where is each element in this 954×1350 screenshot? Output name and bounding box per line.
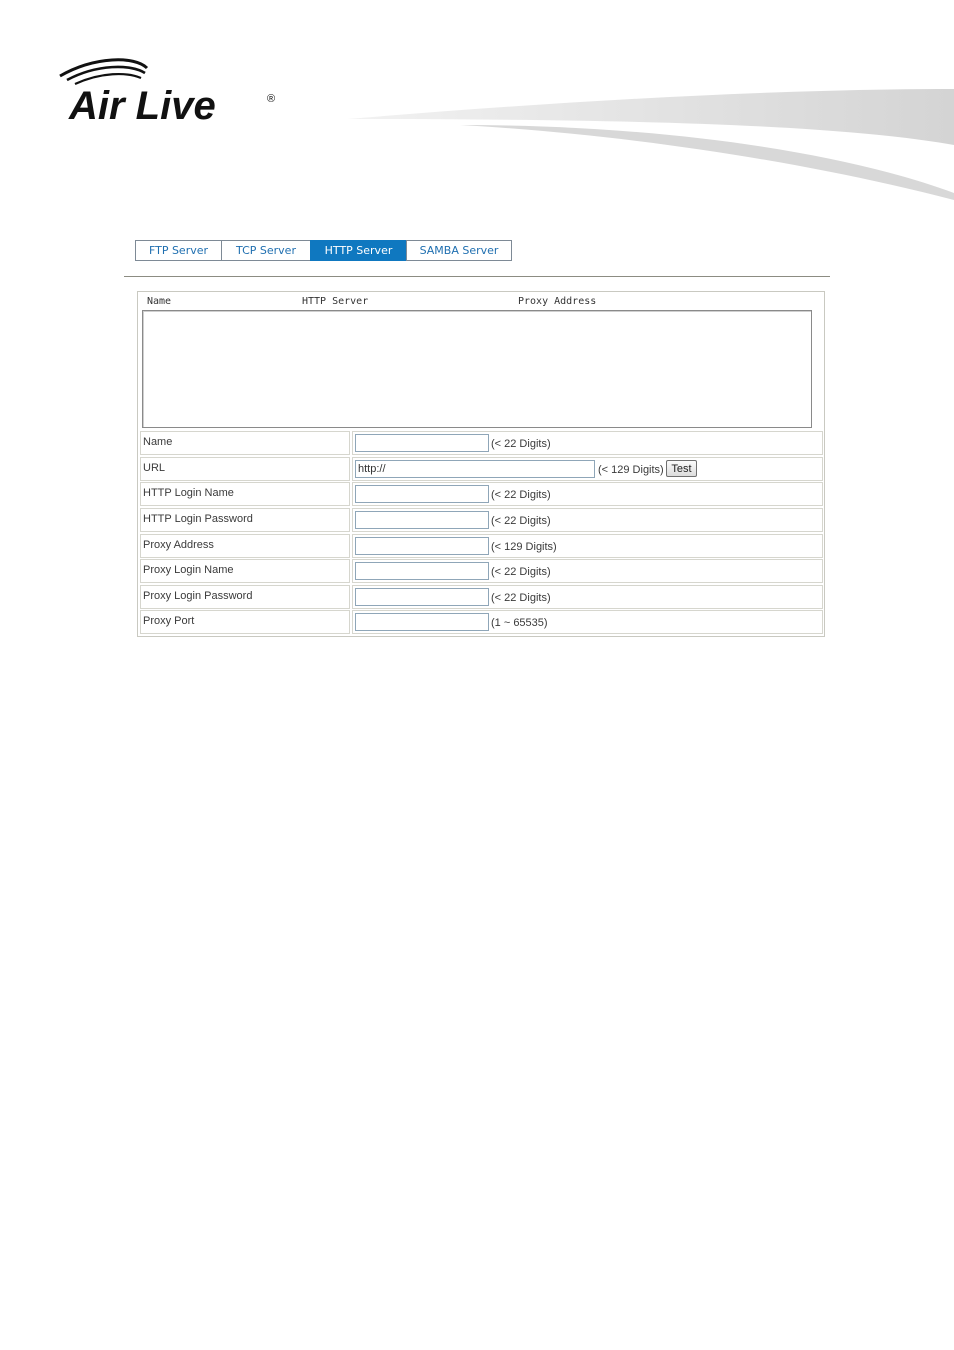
url-input[interactable]: [355, 460, 595, 478]
form-row-http-login-password: HTTP Login Password (< 22 Digits): [140, 508, 823, 532]
http-server-panel: Name HTTP Server Proxy Address Name (< 2…: [137, 291, 825, 637]
tab-http-server[interactable]: HTTP Server: [310, 240, 407, 261]
proxy-login-password-label: Proxy Login Password: [140, 585, 350, 609]
form-row-http-login-name: HTTP Login Name (< 22 Digits): [140, 482, 823, 506]
form-row-proxy-port: Proxy Port (1 ~ 65535): [140, 610, 823, 634]
proxy-login-name-value-cell: (< 22 Digits): [352, 559, 823, 583]
registered-mark: ®: [267, 93, 275, 105]
proxy-login-password-input[interactable]: [355, 588, 489, 606]
column-header-proxy-address: Proxy Address: [518, 296, 597, 307]
proxy-login-name-input[interactable]: [355, 562, 489, 580]
http-login-password-value-cell: (< 22 Digits): [352, 508, 823, 532]
airlive-logo: Air Live ®: [59, 58, 275, 128]
http-login-name-label: HTTP Login Name: [140, 482, 350, 506]
name-label: Name: [140, 431, 350, 455]
http-login-name-value-cell: (< 22 Digits): [352, 482, 823, 506]
column-header-http-server: HTTP Server: [302, 296, 369, 307]
form-row-url: URL (< 129 Digits) Test: [140, 457, 823, 481]
proxy-login-password-value-cell: (< 22 Digits): [352, 585, 823, 609]
tab-divider: [124, 276, 830, 277]
url-hint: (< 129 Digits): [598, 464, 664, 476]
server-listbox[interactable]: [142, 310, 812, 428]
url-value-cell: (< 129 Digits) Test: [352, 457, 823, 481]
proxy-port-value-cell: (1 ~ 65535): [352, 610, 823, 634]
proxy-address-input[interactable]: [355, 537, 489, 555]
tab-ftp-server[interactable]: FTP Server: [135, 240, 222, 261]
name-input[interactable]: [355, 434, 489, 452]
proxy-port-input[interactable]: [355, 613, 489, 631]
proxy-login-password-hint: (< 22 Digits): [491, 592, 551, 604]
proxy-login-name-hint: (< 22 Digits): [491, 566, 551, 578]
proxy-port-label: Proxy Port: [140, 610, 350, 634]
http-login-name-hint: (< 22 Digits): [491, 489, 551, 501]
http-login-name-input[interactable]: [355, 485, 489, 503]
header-swoosh-graphic: [348, 89, 954, 200]
proxy-login-name-label: Proxy Login Name: [140, 559, 350, 583]
server-list-header: Name HTTP Server Proxy Address: [147, 296, 817, 309]
proxy-address-value-cell: (< 129 Digits): [352, 534, 823, 558]
proxy-port-hint: (1 ~ 65535): [491, 617, 548, 629]
form-row-proxy-login-name: Proxy Login Name (< 22 Digits): [140, 559, 823, 583]
form-row-proxy-address: Proxy Address (< 129 Digits): [140, 534, 823, 558]
url-label: URL: [140, 457, 350, 481]
name-hint: (< 22 Digits): [491, 438, 551, 450]
http-login-password-label: HTTP Login Password: [140, 508, 350, 532]
http-login-password-hint: (< 22 Digits): [491, 515, 551, 527]
column-header-name: Name: [147, 296, 172, 307]
logo-text: Air Live: [68, 84, 216, 128]
tab-tcp-server[interactable]: TCP Server: [221, 240, 311, 261]
form-row-proxy-login-password: Proxy Login Password (< 22 Digits): [140, 585, 823, 609]
form-row-name: Name (< 22 Digits): [140, 431, 823, 455]
proxy-address-label: Proxy Address: [140, 534, 350, 558]
http-login-password-input[interactable]: [355, 511, 489, 529]
name-value-cell: (< 22 Digits): [352, 431, 823, 455]
tab-samba-server[interactable]: SAMBA Server: [406, 240, 512, 261]
test-button[interactable]: Test: [666, 460, 697, 477]
proxy-address-hint: (< 129 Digits): [491, 541, 557, 553]
server-tabs: FTP Server TCP Server HTTP Server SAMBA …: [135, 240, 512, 261]
